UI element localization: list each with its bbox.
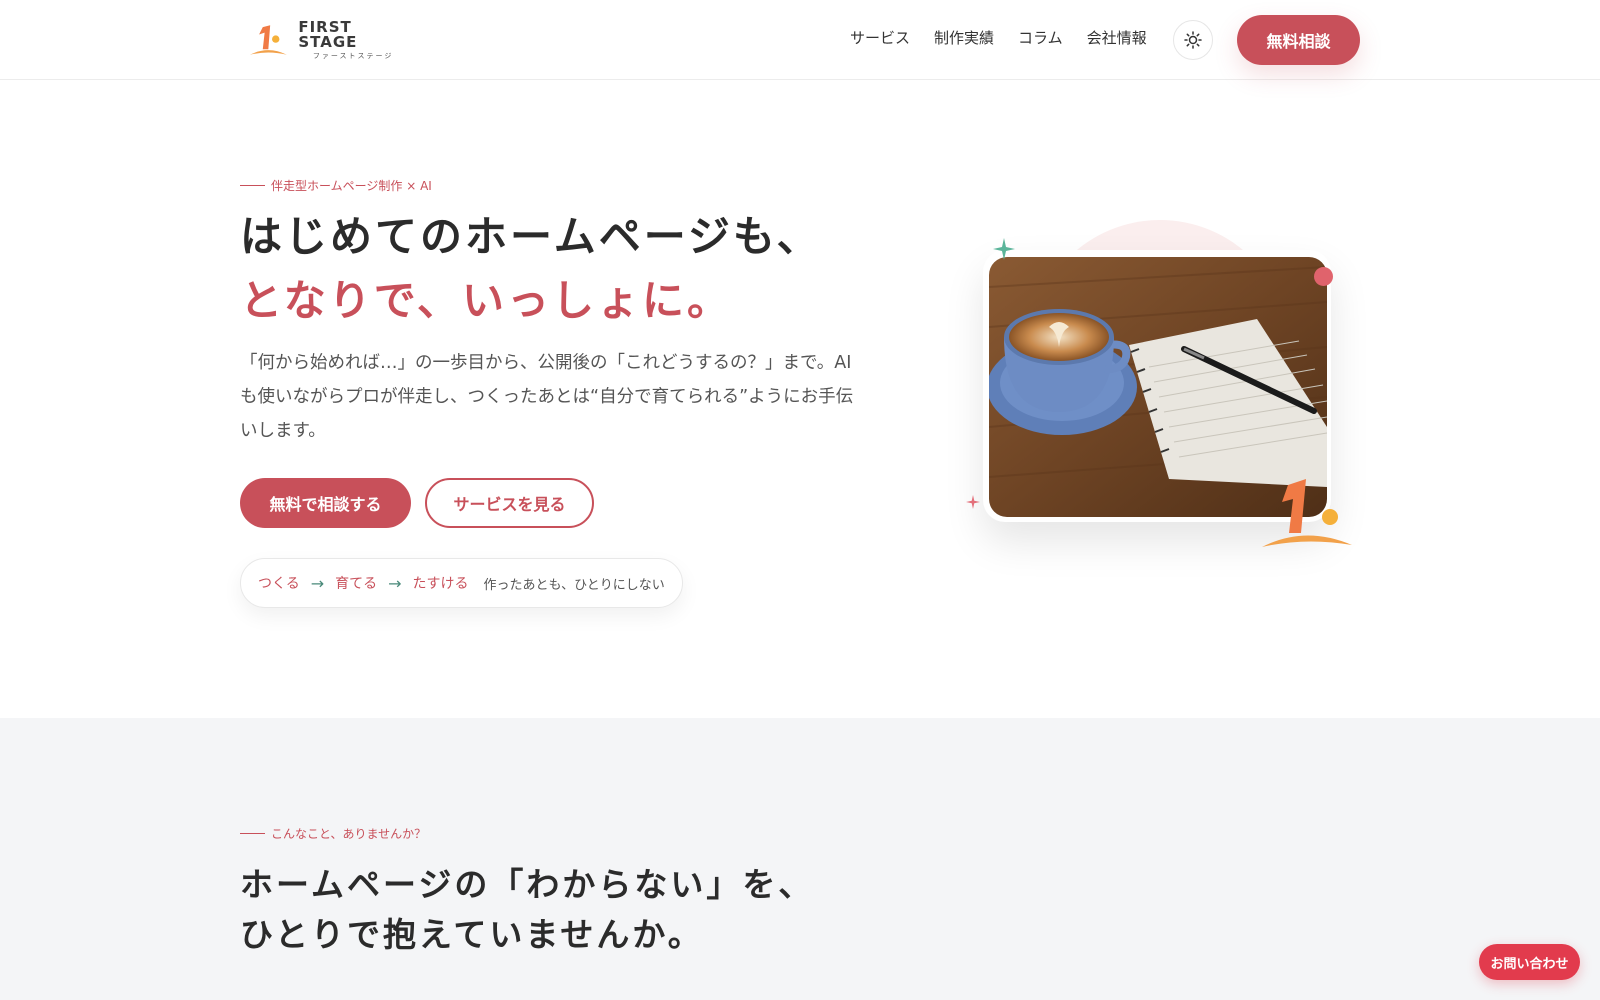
header-consult-button[interactable]: 無料相談	[1237, 15, 1360, 65]
logo[interactable]: FIRST STAGE ファーストステージ	[248, 20, 408, 60]
logo-mark-icon	[249, 25, 287, 55]
steps-pill: つくる → 育てる → たすける 作ったあとも、ひとりにしない	[240, 558, 683, 608]
theme-toggle-button[interactable]	[1173, 20, 1213, 60]
hero-eyebrow: 伴走型ホームページ制作 × AI	[240, 177, 432, 194]
section2-eyebrow: こんなこと、ありませんか？	[240, 825, 426, 842]
nav-item-works[interactable]: 制作実績	[934, 27, 994, 48]
section2-title: ホームページの「わからない」を、 ひとりで抱えていませんか。	[240, 860, 814, 960]
arrow-right-icon: →	[388, 573, 402, 593]
hero-eyebrow-text: 伴走型ホームページ制作 × AI	[271, 179, 432, 193]
eyebrow-line	[240, 833, 265, 834]
eyebrow-line	[240, 185, 265, 186]
nav-item-services[interactable]: サービス	[850, 27, 910, 48]
step-help: たすける	[412, 576, 469, 592]
nav-item-column[interactable]: コラム	[1018, 27, 1063, 48]
arrow-right-icon: →	[310, 573, 325, 593]
section2-title-line2: ひとりで抱えていませんか。	[240, 915, 704, 954]
decor-dot	[1314, 267, 1333, 286]
step-make: つくる	[258, 576, 300, 592]
logo-text: FIRST STAGE	[298, 18, 358, 51]
first-stage-mark-icon	[1262, 479, 1352, 547]
main-nav: サービス 制作実績 コラム 会社情報	[850, 27, 1147, 48]
sun-icon	[1184, 31, 1202, 49]
floating-contact-button[interactable]: お問い合わせ	[1479, 944, 1580, 980]
sparkle-icon	[966, 495, 980, 509]
hero-title-line2: となりで、いっしょに。	[240, 276, 733, 325]
section2-title-line1: ホームページの「わからない」を、	[240, 865, 815, 904]
step-grow: 育てる	[335, 576, 378, 592]
steps-note: 作ったあとも、ひとりにしない	[483, 577, 665, 593]
site-header: FIRST STAGE ファーストステージ サービス 制作実績 コラム 会社情報…	[0, 0, 1600, 80]
view-services-button[interactable]: サービスを見る	[425, 478, 594, 528]
hero-lead: 「何から始めれば…」の一歩目から、公開後の「これどうするの？」まで。AIも使いな…	[240, 353, 854, 441]
hero-title: はじめてのホームページも、 となりで、いっしょに。	[240, 205, 822, 333]
nav-item-company[interactable]: 会社情報	[1087, 27, 1147, 48]
logo-subtext: ファーストステージ	[312, 52, 394, 60]
free-consult-button[interactable]: 無料で相談する	[240, 478, 411, 528]
section2-eyebrow-text: こんなこと、ありませんか？	[271, 827, 427, 841]
hero-title-line1: はじめてのホームページも、	[240, 212, 822, 261]
sparkle-icon	[993, 238, 1015, 260]
